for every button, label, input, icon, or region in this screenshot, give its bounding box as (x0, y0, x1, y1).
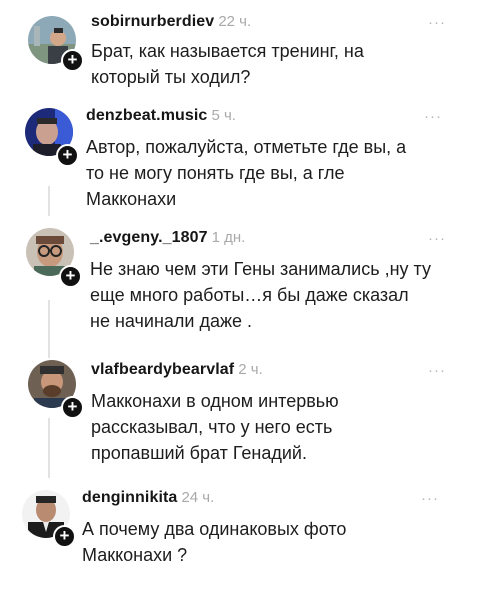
comment-timestamp: 5 ч. (211, 107, 236, 124)
comment-username[interactable]: sobirnurberdiev (91, 13, 214, 30)
comment-text: А почему два одинаковых фото Макконахи ? (82, 519, 347, 565)
comment-item: + vlafbeardybearvlaf 2 ч. ··· Макконахи в… (0, 350, 500, 480)
follow-plus-icon[interactable]: + (61, 49, 84, 72)
comment-username[interactable]: vlafbeardybearvlaf (91, 361, 234, 378)
comment-text: Макконахи в одном интервью рассказывал, … (91, 391, 339, 463)
more-options-icon[interactable]: ··· (428, 15, 446, 30)
follow-plus-icon[interactable]: + (53, 525, 76, 548)
follow-plus-icon[interactable]: + (56, 144, 79, 167)
comment-item: + _.evgeny._1807 1 дн. ··· Не знаю чем эт… (0, 220, 500, 350)
follow-plus-icon[interactable]: + (59, 265, 82, 288)
comment-text: Автор, пожалуйста, отметьте где вы, а то… (86, 137, 407, 209)
comment-username[interactable]: denzbeat.music (86, 107, 207, 124)
comment-username[interactable]: denginnikita (82, 489, 177, 506)
comment-text: Не знаю чем эти Гены занимались ,ну ту е… (90, 259, 431, 331)
comment-timestamp: 2 ч. (238, 361, 263, 378)
more-options-icon[interactable]: ··· (424, 109, 442, 124)
comment-item: + denginnikita 24 ч. ··· А почему два оди… (0, 480, 500, 604)
more-options-icon[interactable]: ··· (421, 491, 439, 506)
comment-timestamp: 1 дн. (211, 229, 246, 246)
more-options-icon[interactable]: ··· (428, 363, 446, 378)
comment-username[interactable]: _.evgeny._1807 (90, 229, 208, 246)
comment-timestamp: 24 ч. (181, 489, 215, 506)
comment-text: Брат, как называется тренинг, на который… (91, 41, 364, 87)
comment-item: + sobirnurberdiev 22 ч. ··· Брат, как наз… (0, 0, 500, 100)
follow-plus-icon[interactable]: + (61, 396, 84, 419)
comment-item: + denzbeat.music 5 ч. ··· Автор, пожалуйс… (0, 100, 500, 216)
comment-timestamp: 22 ч. (218, 13, 252, 30)
more-options-icon[interactable]: ··· (428, 231, 446, 246)
